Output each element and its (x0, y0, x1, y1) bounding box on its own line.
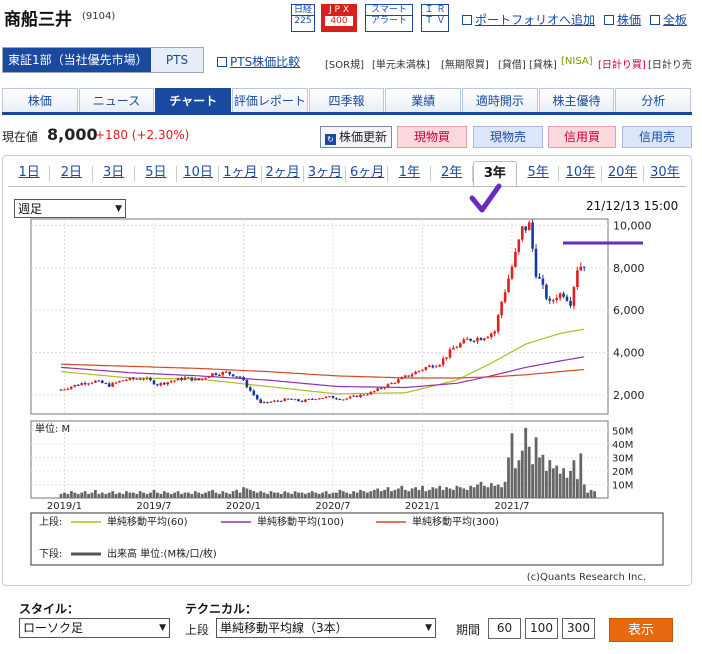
add-portfolio-label: ポートフォリオへ追加 (475, 13, 596, 27)
range-tab[interactable]: 2年 (431, 161, 474, 187)
period-input-3[interactable]: 300 (562, 618, 595, 639)
refresh-label: 株価更新 (338, 130, 387, 144)
tab-news[interactable]: ニュース (78, 88, 155, 112)
price-change: +180 (+2.30%) (95, 128, 190, 142)
nikkei-label-2: 225 (292, 15, 314, 26)
period-select[interactable]: 週足 (14, 199, 126, 218)
stock-price-link[interactable]: 株価 (604, 11, 641, 28)
refresh-icon: ↻ (324, 134, 336, 145)
main-tabs: 株価 ニュース チャート 評価レポート 四季報 業績 適時開示 株主優待 分析 (2, 88, 692, 115)
tag-sor: [SOR規] (325, 60, 364, 71)
technical-select-wrapper: 単純移動平均線（3本） ▼ (216, 618, 436, 638)
market-tab-tse[interactable]: 東証1部（当社優先市場） (3, 48, 151, 72)
range-tabs: 1日 2日 3日 5日 10日 1ヶ月 2ヶ月 3ヶ月 6ヶ月 1年 2年 3年 5年 10年 20年 30年 (8, 161, 686, 187)
tab-price[interactable]: 株価 (2, 88, 78, 112)
chart-panel (2, 155, 692, 586)
tab-chart[interactable]: チャート (155, 88, 232, 112)
nikkei-label-1: 日経 (293, 5, 312, 15)
refresh-price-button[interactable]: ↻ 株価更新 (320, 126, 392, 148)
smart-label-2: アラート (366, 15, 412, 26)
technical-label: テクニカル： (185, 602, 258, 616)
full-board-label: 全板 (663, 13, 688, 27)
range-tab[interactable]: 3日 (93, 161, 136, 187)
cash-sell-button[interactable]: 現物売 (473, 126, 543, 148)
period-input-1[interactable]: 60 (488, 618, 521, 639)
range-tab[interactable]: 1年 (388, 161, 431, 187)
plus-square-icon (462, 15, 472, 25)
current-price-label: 現在値 (2, 130, 39, 144)
tab-shareholder-benefits[interactable]: 株主優待 (538, 88, 615, 112)
range-tab[interactable]: 2日 (50, 161, 93, 187)
stock-price-label: 株価 (617, 13, 642, 27)
market-selector: 東証1部（当社優先市場） PTS (2, 47, 204, 73)
market-tab-pts[interactable]: PTS (151, 48, 203, 72)
range-tab[interactable]: 3年 (472, 161, 517, 187)
window-icon (604, 15, 614, 25)
add-portfolio-link[interactable]: ポートフォリオへ追加 (462, 11, 595, 28)
range-tab[interactable]: 30年 (644, 161, 686, 187)
tag-lending: [貸借] (498, 60, 526, 71)
range-tab[interactable]: 6ヶ月 (346, 161, 389, 187)
jpx-label-2: 400 (325, 16, 353, 26)
jpx-label-1: J P X (329, 5, 349, 15)
range-tab[interactable]: 20年 (602, 161, 645, 187)
margin-sell-button[interactable]: 信用売 (622, 126, 692, 148)
full-board-link[interactable]: 全板 (650, 11, 687, 28)
chart-timestamp: 21/12/13 15:00 (586, 199, 679, 213)
tag-stock-lending: [貸株] (529, 60, 557, 71)
smart-label-1: スマート (371, 5, 407, 15)
style-label: スタイル： (19, 602, 80, 616)
style-select-wrapper: ローソク足 ▼ (19, 618, 170, 638)
range-tab[interactable]: 10年 (559, 161, 602, 187)
range-tab[interactable]: 5日 (135, 161, 178, 187)
irtv-label-1: Ｉ Ｒ (424, 5, 446, 15)
tag-indefinite-buy: [無期限買] (441, 60, 489, 71)
range-tab[interactable]: 1日 (8, 161, 51, 187)
nikkei225-badge[interactable]: 日経 225 (291, 4, 315, 32)
tab-shikiho[interactable]: 四季報 (308, 88, 385, 112)
tab-disclosure[interactable]: 適時開示 (462, 88, 538, 112)
tab-earnings[interactable]: 業績 (385, 88, 462, 112)
tag-odd-lot: [単元未満株] (372, 60, 430, 71)
margin-buy-button[interactable]: 信用買 (548, 126, 616, 148)
period-select-wrapper: 週足 ▼ (14, 199, 126, 218)
tag-day-buy: [日計り買] (598, 60, 646, 71)
range-tab[interactable]: 10日 (177, 161, 220, 187)
tab-analysis[interactable]: 分析 (615, 88, 692, 112)
window-icon (650, 15, 660, 25)
range-tab[interactable]: 2ヶ月 (262, 161, 305, 187)
irtv-label-2: Ｔ Ｖ (422, 15, 448, 26)
pts-compare-link[interactable]: PTS株価比較 (217, 53, 300, 70)
cash-buy-button[interactable]: 現物買 (397, 126, 467, 148)
jpx400-badge[interactable]: J P X 400 (321, 4, 357, 32)
pts-compare-label: PTS株価比較 (230, 55, 301, 69)
chart-style-select[interactable]: ローソク足 (19, 618, 170, 638)
show-button[interactable]: 表示 (609, 618, 673, 642)
period-label: 期間 (456, 623, 481, 637)
tab-rating-report[interactable]: 評価レポート (232, 88, 308, 112)
range-tab[interactable]: 3ヶ月 (304, 161, 347, 187)
period-input-2[interactable]: 100 (525, 618, 558, 639)
current-price: 8,000 (47, 125, 98, 144)
tag-nisa: [NISA] (561, 56, 593, 67)
stock-name: 商船三井 (4, 10, 72, 30)
range-tab[interactable]: 1ヶ月 (219, 161, 262, 187)
window-icon (217, 57, 227, 67)
smart-alert-badge[interactable]: スマート アラート (365, 4, 413, 32)
technical-select[interactable]: 単純移動平均線（3本） (216, 618, 436, 638)
ir-tv-badge[interactable]: Ｉ Ｒ Ｔ Ｖ (421, 4, 449, 32)
tag-day-sell: [日計り売 (648, 60, 692, 71)
range-tabs-divider (8, 186, 686, 187)
stock-code: (9104) (82, 11, 116, 22)
upper-panel-label: 上段 (185, 623, 210, 637)
range-tab[interactable]: 5年 (517, 161, 560, 187)
